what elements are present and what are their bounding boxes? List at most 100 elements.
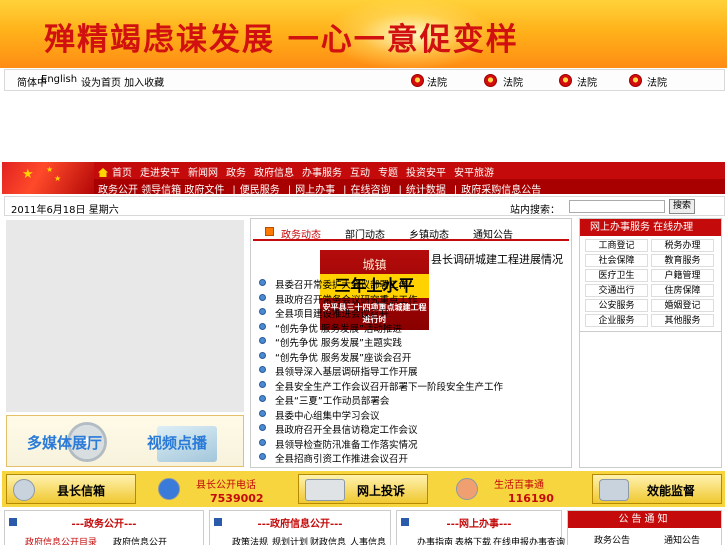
- tab-township-news[interactable]: 乡镇动态: [409, 226, 449, 241]
- gov-affairs-box: ---政务公开--- 政府信息公开目录 政府信息公开: [4, 510, 204, 545]
- list-item[interactable]: 县委中心组集中学习会议: [259, 408, 503, 423]
- subnav-item[interactable]: 政务公开 领导信箱 政府文件: [98, 185, 224, 194]
- bullet-icon: [259, 293, 266, 301]
- subnav-item[interactable]: 便民服务: [240, 185, 280, 194]
- bullet-icon: [259, 438, 266, 446]
- box-title: ---政府信息公开---: [257, 519, 343, 530]
- national-emblem-icon: [559, 74, 572, 87]
- service-cell[interactable]: 公安服务: [585, 299, 648, 312]
- emblem-link-3[interactable]: 法院: [577, 74, 597, 89]
- national-emblem-icon: [411, 74, 424, 87]
- feature-image-line1: 城镇: [362, 258, 387, 272]
- box-link[interactable]: 表格下载: [455, 535, 491, 545]
- list-item[interactable]: 全县安全生产工作会议召开部署下一阶段安全生产工作: [259, 379, 503, 394]
- announcement-box: 公告通知 政务公告 通知公告: [567, 510, 722, 545]
- nav-item[interactable]: 办事服务: [302, 168, 342, 179]
- service-cell[interactable]: 企业服务: [585, 314, 648, 327]
- service-cell[interactable]: 住房保障: [651, 284, 714, 297]
- announcement-link[interactable]: 政务公告: [594, 533, 630, 545]
- current-date: 2011年6月18日 星期六: [11, 205, 119, 216]
- service-cell[interactable]: 婚姻登记: [651, 299, 714, 312]
- box-link[interactable]: 财政信息: [310, 535, 346, 545]
- box-link[interactable]: 政府信息公开目录: [25, 535, 97, 545]
- national-emblem-icon: [629, 74, 642, 87]
- subnav-item[interactable]: 在线咨询: [350, 185, 390, 194]
- national-emblem-icon: [484, 74, 497, 87]
- tab-arrow-icon: [265, 227, 274, 236]
- service-cell[interactable]: 社会保障: [585, 254, 648, 267]
- service-cell[interactable]: 教育服务: [651, 254, 714, 267]
- bullet-icon: [259, 453, 266, 460]
- tab-notices[interactable]: 通知公告: [473, 226, 513, 241]
- mayor-hotline-button[interactable]: 县长公开电话 7539002: [152, 474, 282, 505]
- nav-item[interactable]: 政府信息: [254, 168, 294, 179]
- nav-item[interactable]: 新闻网: [188, 168, 218, 179]
- list-item[interactable]: 全县招商引资工作推进会议召开: [259, 451, 503, 466]
- nav-item[interactable]: 专题: [378, 168, 398, 179]
- subnav-item[interactable]: 统计数据: [406, 185, 446, 194]
- subnav-item[interactable]: 网上办事: [295, 185, 335, 194]
- service-cell[interactable]: 医疗卫生: [585, 269, 648, 282]
- announcement-link[interactable]: 通知公告: [664, 533, 700, 545]
- nav-item[interactable]: 走进安平: [140, 168, 180, 179]
- service-cell[interactable]: 其他服务: [651, 314, 714, 327]
- bullet-icon: [259, 424, 266, 431]
- service-cell[interactable]: 工商登记: [585, 239, 648, 252]
- box-link[interactable]: 政府信息公开: [113, 535, 167, 545]
- list-item[interactable]: 县政府召开常务会议研究重点工作: [259, 292, 503, 307]
- nav-item-home[interactable]: 首页: [112, 168, 132, 179]
- list-item[interactable]: 县政府召开全县信访稳定工作会议: [259, 422, 503, 437]
- list-item[interactable]: 县领导深入基层调研指导工作开展: [259, 364, 503, 379]
- bullet-icon: [259, 279, 266, 286]
- video-on-demand-link[interactable]: 视频点播: [147, 432, 207, 453]
- service-cell[interactable]: 交通出行: [585, 284, 648, 297]
- panel-divider: [580, 331, 721, 332]
- list-item[interactable]: 全县“三夏”工作动员部署会: [259, 393, 503, 408]
- nav-item[interactable]: 投资安平: [406, 168, 446, 179]
- search-button[interactable]: 搜索: [669, 199, 695, 214]
- service-cell[interactable]: 户籍管理: [651, 269, 714, 282]
- nav-item[interactable]: 安平旅游: [454, 168, 494, 179]
- tab-government-news[interactable]: 政务动态: [281, 226, 321, 241]
- life-info-button[interactable]: 生活百事通 116190: [450, 474, 580, 505]
- main-navigation: ★ ★ ★ 首页 走进安平 新闻网 政务 政府信息 办事服务 互动 专题 投资安平 安平旅游 政务…: [2, 162, 725, 194]
- home-icon: [98, 168, 108, 177]
- box-link[interactable]: 办事指南: [417, 535, 453, 545]
- box-link[interactable]: 办事查询: [529, 535, 565, 545]
- star-icon: ★: [46, 165, 54, 174]
- online-services-panel: 网上办事服务 在线办理 工商登记 税务办理 社会保障 教育服务 医疗卫生 户籍管…: [579, 218, 722, 468]
- box-link[interactable]: 规划计划: [272, 535, 308, 545]
- efficiency-supervision-button[interactable]: 效能监督: [592, 474, 722, 504]
- search-input[interactable]: [569, 200, 665, 213]
- news-headline[interactable]: 县长调研城建工程进展情况: [431, 251, 563, 267]
- emblem-link-4[interactable]: 法院: [647, 74, 667, 89]
- nav-item[interactable]: 互动: [350, 168, 370, 179]
- top-utility-bar: 简体中 English 设为首页 加入收藏 法院 法院 法院 法院: [4, 69, 725, 91]
- list-item[interactable]: 县领导检查防汛准备工作落实情况: [259, 437, 503, 452]
- nav-item[interactable]: 政务: [226, 168, 246, 179]
- homepage-favorites-links[interactable]: 设为首页 加入收藏: [81, 74, 164, 89]
- list-item[interactable]: “创先争优 服务发展”主题实践: [259, 335, 503, 350]
- tab-department-news[interactable]: 部门动态: [345, 226, 385, 241]
- language-english-link[interactable]: English: [41, 74, 77, 85]
- subnav-item[interactable]: 政府采购信息公告: [461, 185, 541, 194]
- bullet-icon: [259, 366, 266, 373]
- mayor-mailbox-button[interactable]: 县长信箱: [6, 474, 136, 504]
- list-item[interactable]: “创先争优 服务发展”座谈会召开: [259, 350, 503, 365]
- multimedia-hall-link[interactable]: 多媒体展厅: [27, 432, 102, 453]
- list-item[interactable]: “创先争优 服务发展”活动推进: [259, 321, 503, 336]
- box-title: ---政务公开---: [71, 519, 137, 530]
- box-link[interactable]: 政策法规: [232, 535, 268, 545]
- list-item[interactable]: 全县项目建设推进会议召开: [259, 306, 503, 321]
- online-complaint-button[interactable]: 网上投诉: [298, 474, 428, 504]
- emblem-link-2[interactable]: 法院: [503, 74, 523, 89]
- camera-icon: [599, 479, 629, 501]
- left-slideshow-image[interactable]: [6, 220, 244, 412]
- box-link[interactable]: 人事信息: [350, 535, 386, 545]
- list-item[interactable]: 县委召开常委扩大会议部署工作: [259, 277, 503, 292]
- news-tabs: 政务动态 部门动态 乡镇动态 通知公告: [253, 221, 569, 241]
- emblem-link-1[interactable]: 法院: [427, 74, 447, 89]
- multimedia-banner[interactable]: 多媒体展厅 视频点播: [6, 415, 244, 467]
- box-link[interactable]: 在线申报: [493, 535, 529, 545]
- service-cell[interactable]: 税务办理: [651, 239, 714, 252]
